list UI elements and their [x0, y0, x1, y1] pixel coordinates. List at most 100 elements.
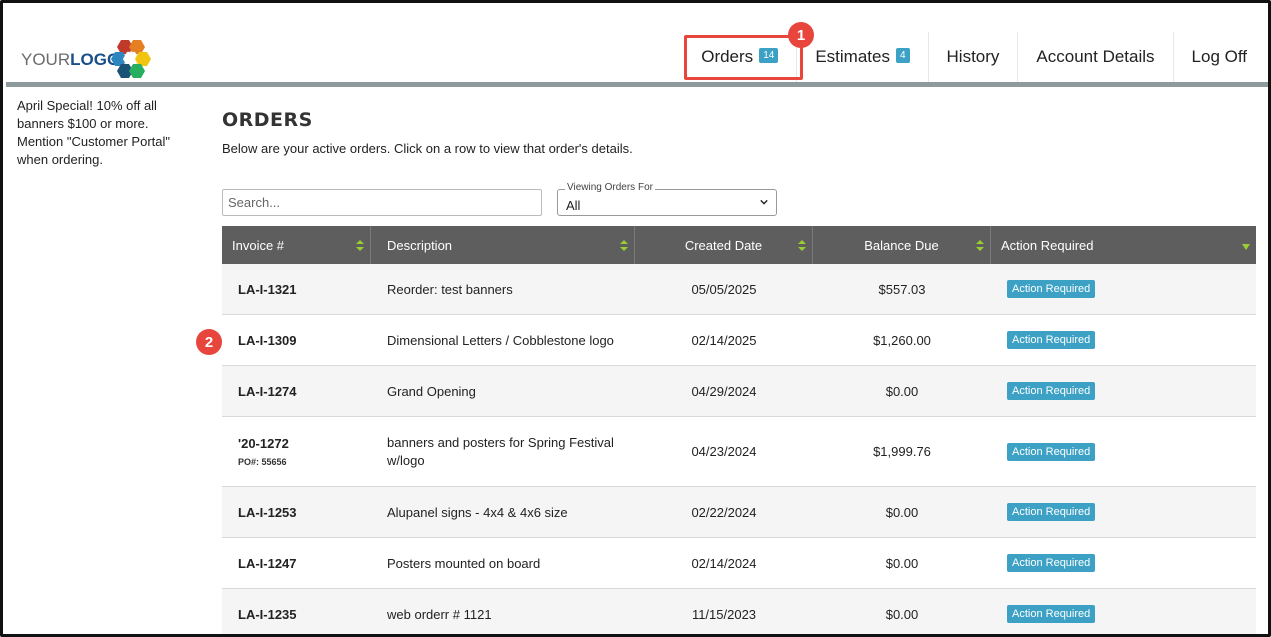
orders-table: Invoice # Description Created Date Balan…	[222, 226, 1256, 634]
nav-history-label: History	[946, 47, 1000, 66]
balance-due-cell: $0.00	[885, 606, 919, 622]
balance-due-cell: $1,260.00	[873, 332, 931, 348]
invoice-cell: LA-I-1235	[222, 589, 371, 634]
callout-marker-2: 2	[196, 329, 222, 355]
sort-icon	[620, 240, 628, 251]
table-header: Invoice # Description Created Date Balan…	[222, 226, 1256, 264]
page-description: Below are your active orders. Click on a…	[222, 141, 633, 156]
balance-due-cell: $0.00	[885, 504, 919, 520]
column-header-label: Action Required	[1001, 237, 1094, 253]
nav-orders[interactable]: Orders 14	[683, 32, 796, 82]
sort-icon	[798, 240, 806, 251]
column-header-created-date[interactable]: Created Date	[635, 226, 813, 264]
created-date-cell: 02/14/2025	[691, 332, 757, 348]
nav-estimates[interactable]: Estimates 4	[796, 32, 927, 82]
table-row[interactable]: '20-1272 PO#: 55656 banners and posters f…	[222, 417, 1256, 487]
description-cell: Grand Opening	[387, 383, 476, 399]
action-required-cell: Action Required	[991, 264, 1256, 314]
hexagon-logo-icon	[111, 40, 151, 78]
balance-due-cell: $557.03	[878, 281, 926, 297]
created-date-cell: 04/23/2024	[691, 444, 757, 459]
balance-due-cell: $0.00	[885, 555, 919, 571]
table-row[interactable]: LA-I-1321 Reorder: test banners 05/05/20…	[222, 264, 1256, 315]
action-required-badge[interactable]: Action Required	[1007, 554, 1096, 572]
invoice-number: LA-I-1235	[238, 606, 297, 622]
company-logo[interactable]: YOURLOGO	[21, 38, 161, 82]
balance-due-cell: $0.00	[885, 383, 919, 399]
column-header-label: Balance Due	[864, 237, 939, 253]
column-header-action-required[interactable]: Action Required	[991, 226, 1256, 264]
action-required-cell: Action Required	[991, 589, 1256, 634]
action-required-badge[interactable]: Action Required	[1007, 605, 1096, 623]
table-row[interactable]: LA-I-1253 Alupanel signs - 4x4 & 4x6 siz…	[222, 487, 1256, 538]
invoice-cell: LA-I-1309	[222, 315, 371, 365]
sort-icon	[356, 240, 364, 251]
created-date-cell: 02/22/2024	[691, 504, 757, 520]
nav-history[interactable]: History	[927, 32, 1018, 82]
action-required-cell: Action Required	[991, 538, 1256, 588]
table-row[interactable]: LA-I-1274 Grand Opening 04/29/2024 $0.00…	[222, 366, 1256, 417]
column-header-label: Created Date	[684, 237, 763, 253]
description-cell: banners and posters for Spring Festival …	[387, 434, 614, 468]
description-cell: Reorder: test banners	[387, 281, 513, 297]
column-header-label: Description	[387, 237, 453, 253]
filter-value: All	[566, 198, 581, 213]
column-header-invoice[interactable]: Invoice #	[222, 226, 371, 264]
description-cell: Alupanel signs - 4x4 & 4x6 size	[387, 504, 568, 520]
action-required-badge[interactable]: Action Required	[1007, 331, 1096, 349]
created-date-cell: 11/15/2023	[691, 606, 757, 622]
action-required-cell: Action Required	[991, 366, 1256, 416]
created-date-cell: 05/05/2025	[691, 281, 757, 297]
invoice-number: LA-I-1321	[238, 281, 297, 297]
balance-due-cell: $1,999.76	[873, 444, 931, 459]
column-header-balance-due[interactable]: Balance Due	[813, 226, 991, 264]
action-required-cell: Action Required	[991, 487, 1256, 537]
description-cell: web orderr # 1121	[387, 606, 492, 622]
action-required-badge[interactable]: Action Required	[1007, 442, 1096, 461]
column-header-description[interactable]: Description	[371, 226, 635, 264]
nav-estimates-label: Estimates	[815, 47, 890, 66]
invoice-cell: LA-I-1247	[222, 538, 371, 588]
nav-account-details-label: Account Details	[1036, 47, 1155, 66]
sort-icon	[976, 240, 984, 251]
sort-descending-icon	[1242, 244, 1250, 250]
sidebar-promo: April Special! 10% off all banners $100 …	[17, 98, 171, 167]
table-row[interactable]: LA-I-1309 Dimensional Letters / Cobblest…	[222, 315, 1256, 366]
action-required-cell: Action Required	[991, 417, 1256, 486]
nav-account-details[interactable]: Account Details	[1017, 32, 1172, 82]
estimates-count-badge: 4	[895, 47, 910, 63]
orders-count-badge: 14	[759, 47, 779, 63]
action-required-badge[interactable]: Action Required	[1007, 503, 1096, 521]
invoice-number: LA-I-1247	[238, 555, 297, 571]
nav-orders-label: Orders	[701, 47, 754, 66]
portal-window: YOURLOGO Orders 14 Estimates 4 History Acc…	[0, 0, 1271, 637]
action-required-badge[interactable]: Action Required	[1007, 280, 1096, 298]
table-row[interactable]: LA-I-1235 web orderr # 1121 11/15/2023 $…	[222, 589, 1256, 634]
page-title: ORDERS	[222, 109, 313, 131]
invoice-number: LA-I-1309	[238, 332, 297, 348]
description-cell: Dimensional Letters / Cobblestone logo	[387, 332, 614, 348]
invoice-cell: LA-I-1253	[222, 487, 371, 537]
table-row[interactable]: LA-I-1247 Posters mounted on board 02/14…	[222, 538, 1256, 589]
nav-log-off-label: Log Off	[1191, 47, 1247, 66]
action-required-badge[interactable]: Action Required	[1007, 382, 1096, 400]
description-cell: Posters mounted on board	[387, 555, 541, 571]
viewing-orders-for-select[interactable]: Viewing Orders For All	[557, 182, 777, 216]
invoice-cell: LA-I-1321	[222, 264, 371, 314]
top-nav: Orders 14 Estimates 4 History Account Deta…	[683, 32, 1265, 82]
invoice-number: LA-I-1274	[238, 383, 297, 399]
search-input[interactable]	[222, 189, 542, 216]
chevron-down-icon	[760, 199, 768, 205]
invoice-number: LA-I-1253	[238, 504, 297, 520]
po-number: PO#: 55656	[238, 457, 287, 467]
created-date-cell: 04/29/2024	[691, 383, 757, 399]
invoice-cell: '20-1272 PO#: 55656	[222, 417, 371, 486]
nav-log-off[interactable]: Log Off	[1172, 32, 1265, 82]
invoice-number: '20-1272	[238, 436, 289, 451]
created-date-cell: 02/14/2024	[691, 555, 757, 571]
header-divider	[6, 82, 1268, 87]
invoice-cell: LA-I-1274	[222, 366, 371, 416]
main-content: ORDERS Below are your active orders. Cli…	[222, 109, 1256, 156]
column-header-label: Invoice #	[232, 237, 285, 253]
callout-marker-1: 1	[788, 22, 814, 48]
